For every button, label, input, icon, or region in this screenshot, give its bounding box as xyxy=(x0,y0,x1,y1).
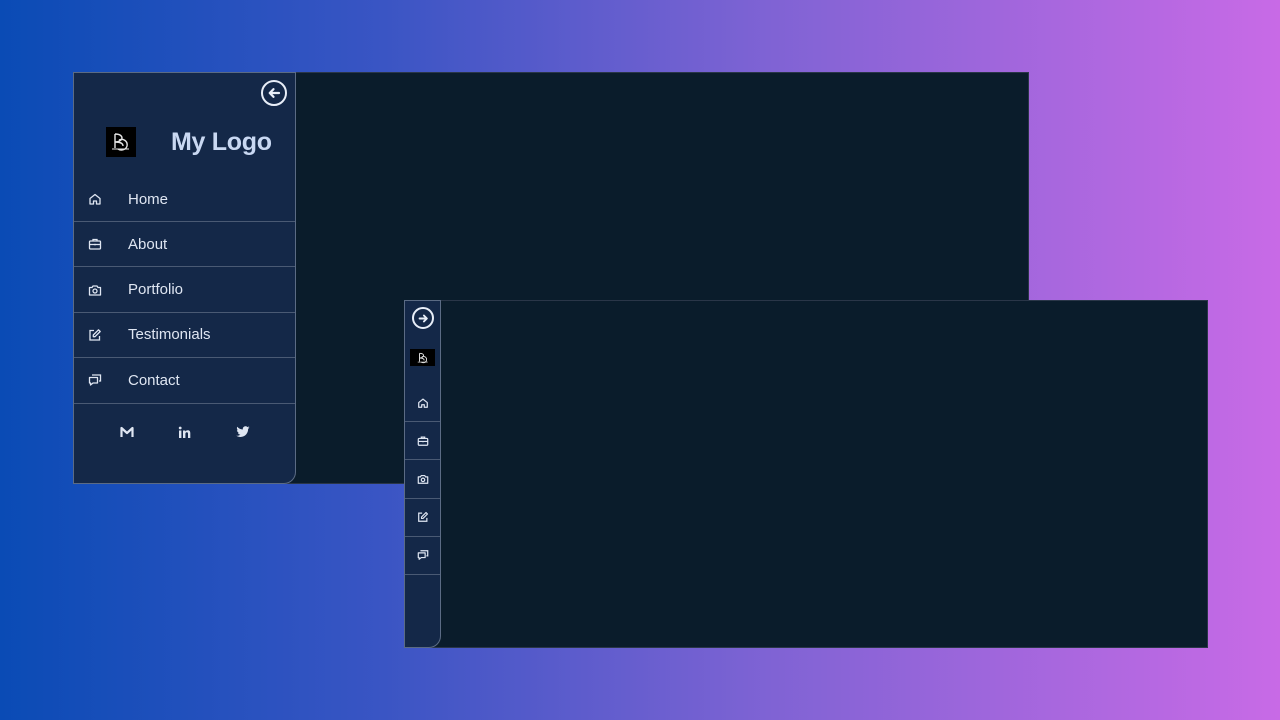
nav-item-portfolio[interactable] xyxy=(405,460,440,499)
logo-image xyxy=(106,127,136,157)
nav-item-home[interactable]: Home xyxy=(74,177,295,222)
nav-label-testimonials: Testimonials xyxy=(128,326,211,344)
nav-item-about[interactable] xyxy=(405,422,440,461)
twitter-link[interactable] xyxy=(235,424,251,440)
nav-label-portfolio: Portfolio xyxy=(128,281,184,299)
logo[interactable]: My Logo xyxy=(106,127,272,157)
gmail-icon xyxy=(119,426,134,437)
nav-label-about: About xyxy=(128,235,168,253)
collapse-toggle-button[interactable] xyxy=(261,80,287,106)
nav-label-home: Home xyxy=(128,190,169,208)
linkedin-icon xyxy=(178,426,191,438)
home-icon xyxy=(89,193,101,205)
linkedin-link[interactable] xyxy=(177,424,193,440)
briefcase-icon xyxy=(417,436,428,446)
logo-text: My Logo xyxy=(171,127,272,156)
nav-label-contact: Contact xyxy=(128,371,180,389)
sidebar-expanded: My Logo Home About Portfolio Testimonial… xyxy=(73,72,296,484)
social-links xyxy=(74,424,295,440)
camera-icon xyxy=(417,474,428,484)
nav-menu-collapsed xyxy=(405,384,440,575)
chat-icon xyxy=(88,374,102,387)
twitter-icon xyxy=(235,426,249,437)
sidebar-collapsed xyxy=(404,300,441,648)
gmail-link[interactable] xyxy=(119,424,135,440)
camera-icon xyxy=(88,284,102,296)
edit-icon xyxy=(89,329,101,341)
nav-item-testimonials[interactable] xyxy=(405,499,440,537)
arrow-right-circle-icon xyxy=(418,314,428,322)
nav-item-home[interactable] xyxy=(405,384,440,423)
nav-item-about[interactable]: About xyxy=(74,222,295,268)
logo-collapsed[interactable] xyxy=(410,349,435,366)
briefcase-icon xyxy=(88,239,102,250)
nav-item-contact[interactable]: Contact xyxy=(74,358,295,404)
nav-item-portfolio[interactable]: Portfolio xyxy=(74,267,295,313)
arrow-left-circle-icon xyxy=(268,88,281,98)
home-icon xyxy=(417,398,428,408)
chat-icon xyxy=(417,550,428,561)
logo-image xyxy=(410,349,435,366)
expand-toggle-button[interactable] xyxy=(412,307,434,329)
nav-item-contact[interactable] xyxy=(405,537,440,575)
edit-icon xyxy=(417,512,428,523)
collapsed-window xyxy=(404,300,1208,648)
nav-item-testimonials[interactable]: Testimonials xyxy=(74,313,295,359)
nav-menu: Home About Portfolio Testimonials Contac… xyxy=(74,177,295,404)
